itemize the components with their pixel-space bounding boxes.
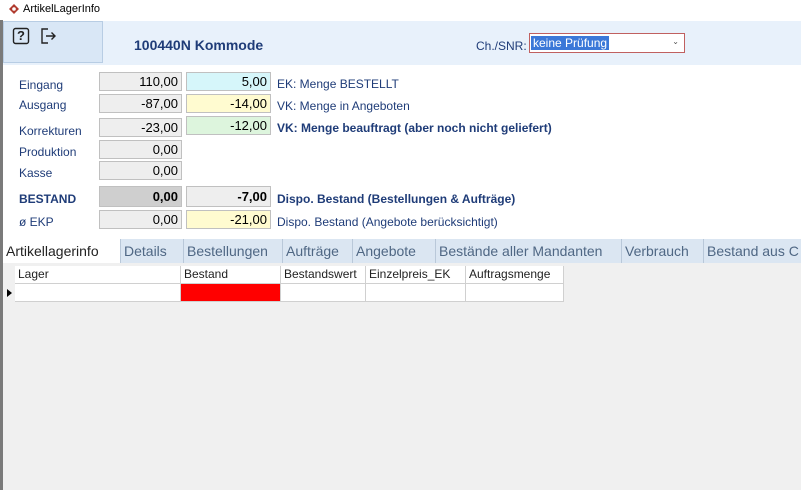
value-kasse: 0,00: [99, 161, 182, 180]
chsnr-label: Ch./SNR:: [476, 39, 527, 53]
help-label: ?: [17, 28, 25, 43]
window-title: ArtikelLagerInfo: [23, 3, 101, 15]
row-pointer-icon: [7, 289, 12, 297]
table-cell-bestand[interactable]: [181, 284, 281, 302]
table-cell-auftragsmenge[interactable]: [466, 284, 564, 302]
tab-bestellungen[interactable]: Bestellungen: [184, 239, 283, 263]
chsnr-select-value: keine Prüfung: [531, 36, 610, 50]
label-vk-beauftragt: VK: Menge beauftragt (aber noch nicht ge…: [277, 121, 552, 135]
value-eingang: 110,00: [99, 72, 182, 91]
title-bar: [0, 0, 801, 20]
label-dispo-angebote: Dispo. Bestand (Angebote berücksichtigt): [277, 215, 498, 229]
tab-auftraege[interactable]: Aufträge: [283, 239, 353, 263]
label-ek-bestellt: EK: Menge BESTELLT: [277, 77, 399, 91]
app-icon: [9, 4, 19, 14]
tab-bestand-aus[interactable]: Bestand aus C: [704, 239, 801, 263]
chevron-down-icon: ⌄: [672, 37, 679, 46]
tab-angebote[interactable]: Angebote: [353, 239, 436, 263]
value-dispo-bestand: -7,00: [186, 186, 271, 207]
label-dispo-bestand: Dispo. Bestand (Bestellungen & Aufträge): [277, 192, 516, 206]
exit-icon[interactable]: [39, 27, 57, 45]
tab-bestaende-aller-mandanten[interactable]: Bestände aller Mandanten: [436, 239, 622, 263]
label-bestand: BESTAND: [19, 192, 77, 206]
tab-details[interactable]: Details: [121, 239, 184, 263]
value-bestand: 0,00: [99, 186, 182, 207]
column-header-lager[interactable]: Lager: [15, 266, 181, 284]
table-cell-bestandswert[interactable]: [281, 284, 366, 302]
column-header-auftragsmenge[interactable]: Auftragsmenge: [466, 266, 564, 284]
label-produktion: Produktion: [19, 145, 77, 159]
help-icon[interactable]: ?: [12, 27, 30, 45]
value-dispo-angebote: -21,00: [186, 210, 271, 229]
column-header-bestandswert[interactable]: Bestandswert: [281, 266, 366, 284]
value-vk-angebote: -14,00: [186, 94, 271, 113]
tab-verbrauch[interactable]: Verbrauch: [622, 239, 704, 263]
chsnr-select[interactable]: keine Prüfung ⌄: [529, 33, 685, 53]
value-ausgang: -87,00: [99, 94, 182, 113]
label-eingang: Eingang: [19, 78, 64, 92]
table-cell-einzelpreis-ek[interactable]: [366, 284, 466, 302]
column-header-einzelpreis-ek[interactable]: Einzelpreis_EK: [366, 266, 466, 284]
value-vk-beauftragt: -12,00: [186, 116, 271, 135]
column-header-bestand[interactable]: Bestand: [181, 266, 281, 284]
label-ekp: ø EKP: [19, 215, 54, 229]
article-title: 100440N Kommode: [134, 37, 264, 53]
value-korrekturen: -23,00: [99, 118, 182, 137]
value-ekp: 0,00: [99, 210, 182, 229]
tab-artikellagerinfo[interactable]: Artikellagerinfo: [3, 239, 121, 263]
value-ek-bestellt: 5,00: [186, 72, 271, 91]
label-ausgang: Ausgang: [19, 98, 67, 112]
label-korrekturen: Korrekturen: [19, 124, 82, 138]
value-produktion: 0,00: [99, 140, 182, 159]
label-kasse: Kasse: [19, 166, 53, 180]
table-cell-lager[interactable]: [15, 284, 181, 302]
label-vk-angebote: VK: Menge in Angeboten: [277, 99, 410, 113]
